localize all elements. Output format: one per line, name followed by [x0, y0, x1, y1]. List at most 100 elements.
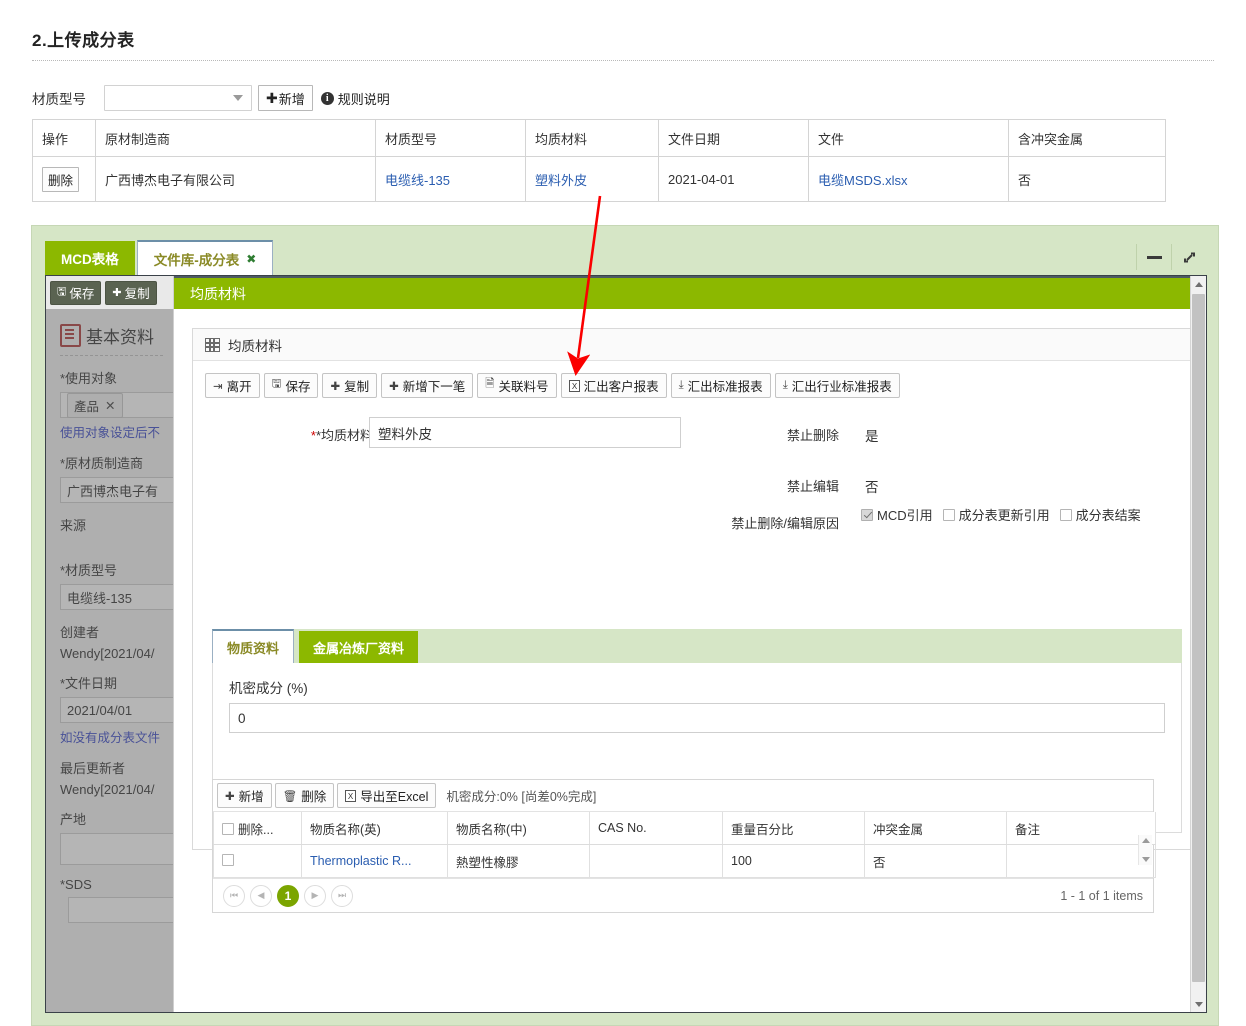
exit-icon: ⇥	[213, 380, 223, 393]
field-manufacturer[interactable]: 广西博杰电子有	[60, 477, 173, 503]
gth-conflict: 冲突金属	[864, 812, 1007, 845]
gth-remark: 备注	[1006, 812, 1156, 845]
use-target-chip[interactable]: 產品 ✕	[67, 392, 123, 418]
tab-smelter-data[interactable]: 金属冶炼厂资料	[299, 631, 419, 663]
pager-next-button[interactable]: ▶	[304, 884, 326, 907]
checkbox-composition-update-reference-label: 成分表更新引用	[958, 508, 1050, 523]
svg-text:X: X	[571, 382, 577, 391]
delete-row-button[interactable]: 删除	[42, 166, 80, 192]
gth-weight: 重量百分比	[722, 812, 865, 845]
grid-delete-button[interactable]: 🗑 删除	[274, 783, 335, 808]
page-root: 2.上传成分表 材质型号 ✚ 新增 i 规则说明 操作 原材制造商 材质型号 均…	[0, 0, 1246, 1026]
inner-tab-bar: 物质资料 金属冶炼厂资料	[212, 629, 1182, 663]
add-next-label: 新增下一笔	[402, 380, 466, 394]
field-creator: Wendy[2021/04/	[60, 646, 155, 661]
export-industry-standard-report-button[interactable]: ⤓ 汇出行业标准报表	[774, 373, 900, 398]
td-file: 电缆MSDS.xlsx	[808, 156, 1009, 202]
link-part-number-label: 关联料号	[498, 380, 549, 394]
material-model-select[interactable]	[104, 85, 252, 111]
tab-substance-data[interactable]: 物质资料	[212, 629, 295, 663]
left-copy-button[interactable]: ✚ 复制	[105, 280, 157, 305]
window-scroll-up-button[interactable]	[1191, 276, 1206, 292]
maximize-button[interactable]	[1171, 244, 1206, 270]
substance-name-link[interactable]: Thermoplastic R...	[310, 854, 411, 868]
td-model: 电缆线-135	[375, 156, 526, 202]
window-scroll-thumb[interactable]	[1192, 294, 1205, 982]
pager-last-button[interactable]: ⏭	[331, 884, 353, 907]
field-sds[interactable]	[68, 897, 173, 923]
gtd-name-cn: 熱塑性橡膠	[447, 844, 590, 878]
checkbox-composition-closed[interactable]	[1059, 508, 1072, 521]
model-link[interactable]: 电缆线-135	[385, 173, 450, 188]
add-button[interactable]: ✚ 新增	[258, 85, 313, 111]
grid-vertical-scrollbar[interactable]	[1138, 835, 1152, 865]
export-customer-report-label: 汇出客户报表	[583, 380, 659, 394]
left-form-heading: 基本资料	[60, 323, 163, 348]
copy-label: 复制	[344, 380, 370, 394]
field-label-use-target: *使用对象	[60, 371, 118, 386]
confidential-input[interactable]: 0	[229, 703, 1165, 733]
gtd-name-en: Thermoplastic R...	[301, 844, 448, 878]
field-origin[interactable]	[60, 833, 173, 865]
left-form-heading-label: 基本资料	[86, 328, 154, 347]
scroll-up-icon	[1194, 281, 1203, 287]
svg-text:X: X	[348, 792, 354, 801]
export-industry-standard-report-label: 汇出行业标准报表	[791, 380, 892, 394]
scroll-up-icon[interactable]	[1141, 838, 1150, 843]
window-scrollbar[interactable]	[1190, 276, 1206, 1012]
export-customer-report-button[interactable]: X 汇出客户报表	[560, 373, 667, 398]
leave-button[interactable]: ⇥ 离开	[205, 373, 260, 398]
grid-add-button[interactable]: ✚ 新增	[217, 783, 272, 808]
grid-export-excel-button[interactable]: X 导出至Excel	[337, 783, 437, 808]
save-button[interactable]: 🖫 保存	[263, 373, 319, 398]
field-label-sds: *SDS	[60, 877, 92, 892]
material-link[interactable]: 塑料外皮	[535, 173, 587, 188]
minimize-icon	[1146, 255, 1162, 259]
field-model[interactable]: 电缆线-135	[60, 584, 173, 610]
add-next-button[interactable]: ✚ 新增下一笔	[381, 373, 474, 398]
grid-status-text: 机密成分:0% [尚差0%完成]	[446, 790, 597, 804]
left-form-fields: 基本资料 *使用对象 產品 ✕ 使用对象设定后不 *原材质制造商 广西博杰电子有…	[46, 309, 173, 933]
tab-smelter-data-label: 金属冶炼厂资料	[313, 640, 405, 656]
scroll-down-icon[interactable]	[1141, 857, 1150, 862]
close-icon[interactable]: ✖	[246, 252, 256, 266]
tab-mcd-form[interactable]: MCD表格	[45, 241, 135, 275]
gth-delete: 删除...	[213, 812, 302, 845]
field-note-file-date[interactable]: 如没有成分表文件	[60, 727, 163, 746]
chip-remove-icon[interactable]: ✕	[105, 398, 115, 413]
field-use-target[interactable]: 產品 ✕	[60, 392, 173, 418]
checkbox-composition-update-reference[interactable]	[942, 508, 955, 521]
row-checkbox[interactable]	[222, 853, 234, 866]
card-header-title: 均质材料	[228, 338, 282, 354]
minimize-button[interactable]	[1136, 244, 1171, 270]
export-standard-report-button[interactable]: ⤓ 汇出标准报表	[670, 373, 771, 398]
pager-prev-button[interactable]: ◀	[250, 884, 272, 907]
field-file-date[interactable]: 2021/04/01	[60, 697, 173, 723]
tab-substance-data-label: 物质资料	[227, 640, 280, 656]
window-controls	[1136, 244, 1206, 270]
save-icon: 🖫	[57, 286, 67, 298]
excel-icon-svg: X	[345, 789, 357, 802]
file-link[interactable]: 电缆MSDS.xlsx	[818, 173, 908, 188]
field-label-source: 来源	[60, 518, 87, 533]
pager-first-button[interactable]: ⏮	[223, 884, 245, 907]
excel-icon: X	[568, 379, 580, 392]
pager-page-1[interactable]: 1	[277, 884, 299, 907]
left-save-button[interactable]: 🖫 保存	[50, 280, 102, 305]
tab-file-library[interactable]: 文件库-成分表 ✖	[136, 240, 274, 276]
homogeneous-material-modal: 均质材料 均质材料 ⇥ 离开 🖫 保存 ✚ 复制 ✚ 新增下一笔 🗎 关联料号 …	[174, 276, 1206, 1012]
gth-name-en: 物质名称(英)	[301, 812, 448, 845]
rule-description-link[interactable]: i 规则说明	[320, 89, 390, 108]
copy-button[interactable]: ✚ 复制	[322, 373, 378, 398]
checkbox-mcd-reference[interactable]	[861, 508, 873, 521]
material-name-input[interactable]: 塑料外皮	[369, 417, 681, 448]
window-scroll-down-button[interactable]	[1191, 996, 1206, 1012]
field-note-use-target[interactable]: 使用对象设定后不	[60, 422, 163, 441]
filter-label: 材质型号	[32, 92, 86, 107]
link-part-number-button[interactable]: 🗎 关联料号	[477, 373, 557, 398]
gtd-conflict: 否	[864, 844, 1007, 878]
table-header-row: 操作 原材制造商 材质型号 均质材料 文件日期 文件 含冲突金属	[32, 119, 1166, 157]
export-standard-report-label: 汇出标准报表	[687, 380, 763, 394]
select-all-checkbox[interactable]	[222, 822, 234, 835]
link-doc-icon: 🗎	[485, 378, 495, 390]
